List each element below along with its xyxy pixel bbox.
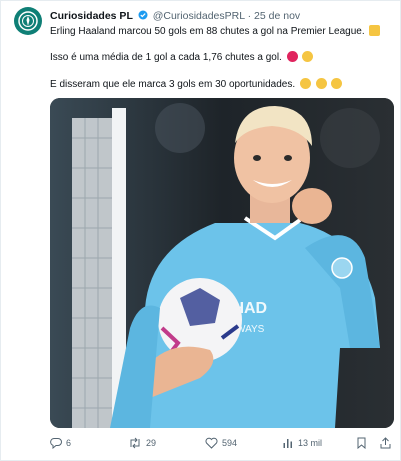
- tweet-photo[interactable]: IHAD WAYS: [50, 98, 394, 428]
- tweet-card[interactable]: Curiosidades PL @CuriosidadesPRL · 25 de…: [0, 0, 401, 461]
- reply-count: 6: [66, 438, 72, 448]
- photo-haaland-celebrating: IHAD WAYS: [50, 98, 394, 428]
- scream-emoji-icon: [369, 25, 381, 36]
- views-count: 13 mil: [298, 438, 323, 448]
- tweet-text-line-1: Erling Haaland marcou 50 gols em 88 chut…: [50, 25, 381, 38]
- astonished-emoji-icon: [302, 51, 314, 62]
- reply-icon: [50, 438, 62, 449]
- tweet-text: Isso é uma média de 1 gol a cada 1,76 ch…: [50, 52, 282, 63]
- laughing-emoji-icon: [315, 78, 327, 89]
- reply-button[interactable]: 6: [50, 437, 71, 449]
- views-icon: [283, 439, 292, 448]
- retweet-icon: [130, 437, 140, 449]
- tweet-text: E disseram que ele marca 3 gols em 30 op…: [50, 79, 296, 90]
- retweet-button[interactable]: 29: [128, 437, 156, 449]
- bookmark-icon: [357, 437, 366, 449]
- laughing-emoji-icon: [299, 78, 311, 89]
- author-name[interactable]: Curiosidades PL: [50, 10, 133, 22]
- like-count: 594: [222, 438, 238, 448]
- share-icon: [380, 437, 391, 449]
- bookmark-button[interactable]: [356, 437, 367, 449]
- like-button[interactable]: 594: [205, 437, 237, 449]
- tweet-actions: 6 29 594 13 mil: [50, 435, 394, 455]
- target-emoji-icon: [286, 51, 298, 62]
- tweet-text-line-2: Isso é uma média de 1 gol a cada 1,76 ch…: [50, 51, 314, 64]
- separator: ·: [247, 10, 252, 22]
- avatar[interactable]: [14, 7, 42, 35]
- share-button[interactable]: [380, 437, 391, 449]
- views-button[interactable]: 13 mil: [282, 437, 322, 449]
- club-crest-icon: [18, 11, 38, 31]
- laughing-emoji-icon: [331, 78, 343, 89]
- author-handle[interactable]: @CuriosidadesPRL: [153, 10, 245, 22]
- verified-badge-icon: [138, 10, 148, 20]
- tweet-date[interactable]: 25 de nov: [254, 10, 300, 22]
- tweet-text: Erling Haaland marcou 50 gols em 88 chut…: [50, 26, 365, 37]
- retweet-count: 29: [146, 438, 157, 448]
- tweet-header: Curiosidades PL @CuriosidadesPRL · 25 de…: [50, 10, 300, 22]
- tweet-text-line-3: E disseram que ele marca 3 gols em 30 op…: [50, 78, 343, 91]
- like-icon: [205, 437, 218, 449]
